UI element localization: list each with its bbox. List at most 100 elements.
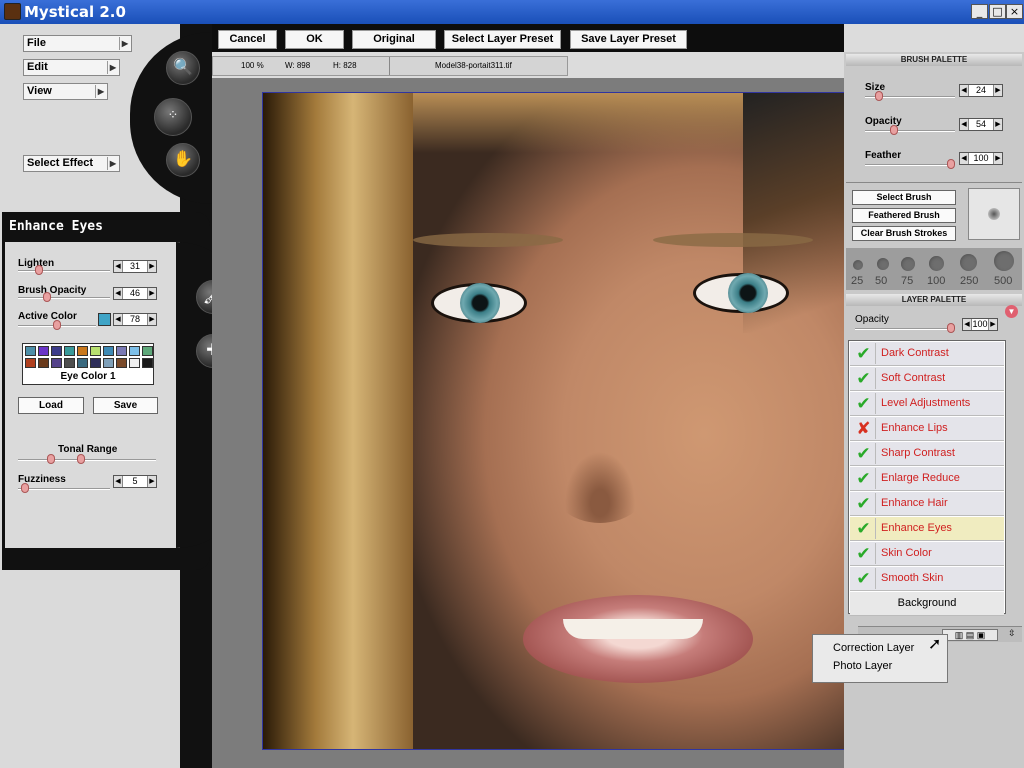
layer-row-enhance-lips[interactable]: ✘ Enhance Lips: [850, 417, 1004, 441]
brush-size-25[interactable]: [853, 260, 863, 270]
opacity-spinner[interactable]: ◀ 54 ▶: [959, 118, 1003, 131]
layer-row-skin-color[interactable]: ✔ Skin Color: [850, 542, 1004, 566]
layer-toggle-icon[interactable]: ✔: [852, 368, 876, 389]
close-button[interactable]: ×: [1006, 4, 1023, 19]
cancel-button[interactable]: Cancel: [218, 30, 277, 49]
brush-size-50[interactable]: [877, 258, 889, 270]
layer-row-smooth-skin[interactable]: ✔ Smooth Skin: [850, 567, 1004, 591]
brush-size-500[interactable]: [994, 251, 1014, 271]
color-swatch[interactable]: [77, 358, 88, 368]
layer-row-level-adjustments[interactable]: ✔ Level Adjustments: [850, 392, 1004, 416]
layer-toggle-icon[interactable]: ✔: [852, 543, 876, 564]
active-color-thumb[interactable]: [53, 320, 61, 330]
layer-toggle-icon[interactable]: ✔: [852, 443, 876, 464]
decrement-icon[interactable]: ◀: [963, 319, 972, 330]
increment-icon[interactable]: ▶: [147, 288, 156, 299]
maximize-button[interactable]: □: [989, 4, 1006, 19]
color-swatch[interactable]: [77, 346, 88, 356]
brush-size-250[interactable]: [960, 254, 977, 271]
layer-row-dark-contrast[interactable]: ✔ Dark Contrast: [850, 342, 1004, 366]
layer-toggle-icon[interactable]: ✔: [852, 568, 876, 589]
opacity-thumb[interactable]: [889, 125, 898, 135]
decrement-icon[interactable]: ◀: [114, 314, 123, 325]
save-layer-preset-button[interactable]: Save Layer Preset: [570, 30, 687, 49]
feather-spinner[interactable]: ◀ 100 ▶: [959, 152, 1003, 165]
active-color-slider[interactable]: [18, 320, 96, 330]
brush-opacity-spinner[interactable]: ◀ 46 ▶: [113, 287, 157, 300]
layer-menu-icon[interactable]: ▼: [1005, 305, 1018, 318]
select-brush-button[interactable]: Select Brush: [852, 190, 956, 205]
select-layer-preset-button[interactable]: Select Layer Preset: [444, 30, 561, 49]
brush-opacity-thumb[interactable]: [43, 292, 52, 302]
load-button[interactable]: Load: [18, 397, 84, 414]
zoom-tool-button[interactable]: 🔍: [166, 51, 200, 85]
menu-file[interactable]: File ▶: [23, 35, 132, 52]
decrement-icon[interactable]: ◀: [960, 153, 969, 164]
layer-toggle-icon[interactable]: ✔: [852, 343, 876, 364]
popup-correction-layer[interactable]: Correction Layer: [833, 642, 914, 654]
decrement-icon[interactable]: ◀: [114, 261, 123, 272]
decrement-icon[interactable]: ◀: [960, 85, 969, 96]
layer-row-background[interactable]: Background: [850, 592, 1004, 616]
increment-icon[interactable]: ▶: [993, 153, 1002, 164]
increment-icon[interactable]: ▶: [147, 314, 156, 325]
color-swatch[interactable]: [64, 358, 75, 368]
menu-view[interactable]: View ▶: [23, 83, 108, 100]
color-swatch[interactable]: [129, 358, 140, 368]
decrement-icon[interactable]: ◀: [114, 476, 123, 487]
layer-toggle-icon[interactable]: ✔: [852, 468, 876, 489]
size-spinner[interactable]: ◀ 24 ▶: [959, 84, 1003, 97]
clear-brush-strokes-button[interactable]: Clear Brush Strokes: [852, 226, 956, 241]
layer-row-enhance-eyes[interactable]: ✔ Enhance Eyes: [850, 517, 1004, 541]
color-swatch[interactable]: [51, 346, 62, 356]
brush-opacity-slider[interactable]: [18, 292, 110, 302]
increment-icon[interactable]: ▶: [147, 261, 156, 272]
brush-select-tool-button[interactable]: ⁘: [154, 98, 192, 136]
color-swatch[interactable]: [38, 346, 49, 356]
color-swatch[interactable]: [38, 358, 49, 368]
minimize-button[interactable]: _: [971, 4, 988, 19]
layer-row-enlarge-reduce[interactable]: ✔ Enlarge Reduce: [850, 467, 1004, 491]
decrement-icon[interactable]: ◀: [114, 288, 123, 299]
tonal-range-high-thumb[interactable]: [76, 454, 85, 464]
increment-icon[interactable]: ▶: [993, 119, 1002, 130]
active-color-spinner[interactable]: ◀ 78 ▶: [113, 313, 157, 326]
color-swatch[interactable]: [142, 346, 153, 356]
increment-icon[interactable]: ▶: [147, 476, 156, 487]
color-swatch[interactable]: [116, 346, 127, 356]
increment-icon[interactable]: ▶: [988, 319, 997, 330]
color-swatch[interactable]: [90, 358, 101, 368]
size-thumb[interactable]: [874, 91, 883, 101]
popup-photo-layer[interactable]: Photo Layer: [833, 660, 892, 672]
opacity-slider[interactable]: [865, 125, 955, 135]
fuzziness-thumb[interactable]: [20, 483, 29, 493]
fuzziness-slider[interactable]: [18, 483, 110, 493]
color-swatch[interactable]: [25, 358, 36, 368]
color-swatch[interactable]: [25, 346, 36, 356]
layer-toggle-icon[interactable]: ✔: [852, 393, 876, 414]
feather-thumb[interactable]: [947, 159, 955, 169]
lighten-spinner[interactable]: ◀ 31 ▶: [113, 260, 157, 273]
updown-icon[interactable]: ⇳: [1008, 628, 1016, 639]
layer-opacity-thumb[interactable]: [947, 323, 955, 333]
original-button[interactable]: Original: [352, 30, 436, 49]
tonal-range-low-thumb[interactable]: [46, 454, 55, 464]
layer-row-sharp-contrast[interactable]: ✔ Sharp Contrast: [850, 442, 1004, 466]
active-color-swatch[interactable]: [98, 313, 111, 326]
layer-opacity-slider[interactable]: [855, 323, 955, 333]
feather-slider[interactable]: [865, 159, 955, 169]
brush-size-75[interactable]: [901, 257, 915, 271]
brush-size-100[interactable]: [929, 256, 944, 271]
color-swatch[interactable]: [129, 346, 140, 356]
layer-row-enhance-hair[interactable]: ✔ Enhance Hair: [850, 492, 1004, 516]
color-swatch[interactable]: [142, 358, 153, 368]
layer-toggle-icon[interactable]: ✔: [852, 493, 876, 514]
decrement-icon[interactable]: ◀: [960, 119, 969, 130]
layer-opacity-spinner[interactable]: ◀ 100 ▶: [962, 318, 998, 331]
color-swatch[interactable]: [64, 346, 75, 356]
tonal-range-slider[interactable]: [18, 454, 156, 464]
layer-toggle-icon[interactable]: ✘: [852, 418, 876, 439]
increment-icon[interactable]: ▶: [993, 85, 1002, 96]
hand-tool-button[interactable]: ✋: [166, 143, 200, 177]
lighten-slider[interactable]: [18, 265, 110, 275]
